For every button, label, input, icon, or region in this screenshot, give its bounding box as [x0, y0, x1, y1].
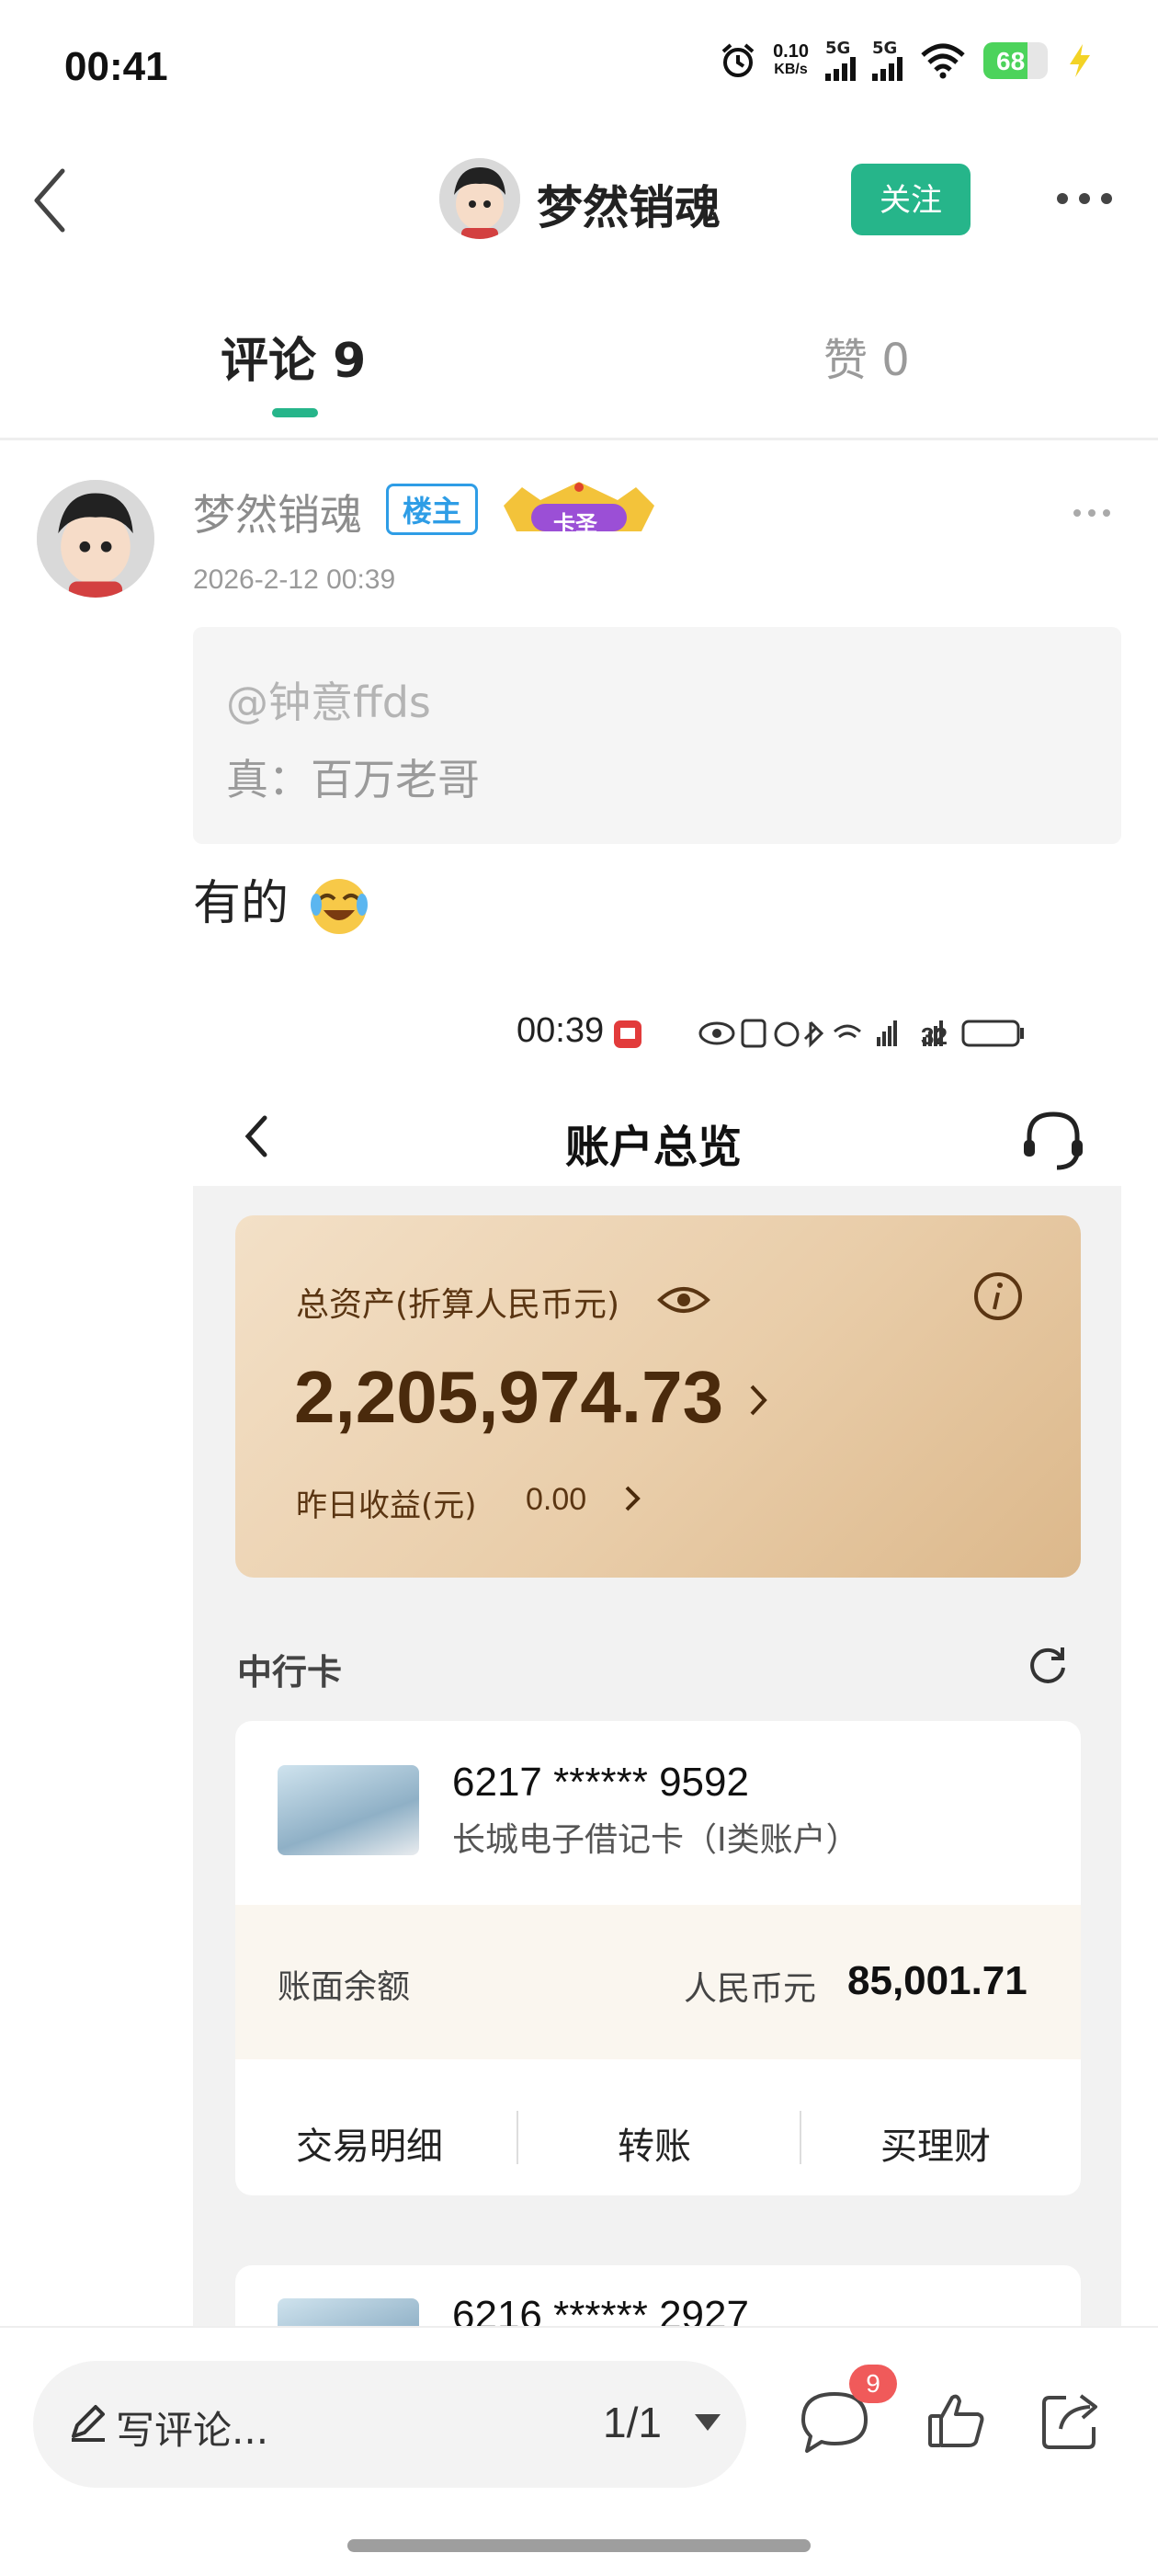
page-indicator[interactable]: 1/1 [603, 2398, 662, 2447]
shot-app-icon [614, 1020, 641, 1048]
customer-service-icon[interactable] [1016, 1103, 1090, 1177]
card-number: 6217 ****** 9592 [452, 1760, 749, 1805]
quoted-mention[interactable]: @钟意ffds [226, 669, 431, 730]
quoted-text: 真：百万老哥 [226, 755, 480, 804]
laugh-cry-emoji-icon [311, 879, 368, 934]
comment-author[interactable]: 梦然销魂 [193, 482, 362, 542]
bank-card-image [278, 2298, 419, 2326]
balance-currency: 人民币元 [684, 1970, 817, 2008]
back-button[interactable] [28, 164, 74, 237]
tab-likes[interactable]: 赞 0 [823, 324, 910, 388]
card-type: 长城电子借记卡（I类账户） [452, 1821, 859, 1859]
chevron-right-icon[interactable] [619, 1480, 645, 1517]
more-options-icon[interactable] [1048, 180, 1121, 217]
yesterday-income-label: 昨日收益(元) [296, 1487, 477, 1524]
shot-page-title: 账户总览 [565, 1122, 743, 1173]
charging-icon [1070, 44, 1090, 77]
bank-card-image [278, 1765, 419, 1855]
tab-comments[interactable]: 评论 9 [221, 322, 366, 391]
asset-label: 总资产(折算人民币元) [296, 1286, 620, 1324]
signal-icon-sim1: 5G [825, 40, 856, 81]
transaction-details-button[interactable]: 交易明细 [296, 2116, 443, 2170]
shot-time: 00:39 [517, 1011, 605, 1050]
avatar-image [37, 480, 154, 598]
card-number: 6216 ****** 2927 [452, 2293, 749, 2326]
tab-divider [0, 438, 1158, 440]
buy-wealth-button[interactable]: 买理财 [880, 2116, 991, 2170]
share-icon[interactable] [1039, 2388, 1103, 2453]
battery-icon: 68 [983, 42, 1048, 79]
comment-count-badge: 9 [849, 2365, 897, 2403]
embedded-screenshot[interactable]: 00:39 32 账户总览 总资产(折算人民币元) 2,205,974.73 昨… [193, 975, 1121, 2326]
status-time: 00:41 [64, 44, 168, 89]
comment-avatar[interactable] [37, 480, 154, 598]
eye-icon[interactable] [656, 1282, 711, 1318]
action-separator [800, 2111, 801, 2164]
write-comment-placeholder[interactable]: 写评论... [116, 2399, 268, 2456]
quoted-comment[interactable] [193, 627, 1121, 844]
shot-battery: 32 [921, 1022, 948, 1050]
owner-badge: 楼主 [386, 484, 478, 535]
reply-text: 有的 [193, 876, 290, 931]
signal-icon-sim2: 5G [872, 40, 903, 81]
caret-down-icon[interactable] [693, 2412, 722, 2433]
refresh-icon[interactable] [1026, 1644, 1070, 1688]
transfer-button[interactable]: 转账 [618, 2116, 691, 2170]
wifi-icon [921, 43, 965, 79]
home-indicator [347, 2539, 811, 2552]
pen-icon [72, 2405, 105, 2442]
header-avatar[interactable] [439, 158, 520, 239]
shot-status-icons [698, 1019, 1024, 1048]
asset-amount: 2,205,974.73 [294, 1356, 724, 1438]
level-badge: 卡圣 [494, 478, 664, 541]
thumbs-up-icon[interactable] [925, 2388, 989, 2453]
balance-amount: 85,001.71 [847, 1958, 1027, 2003]
net-speed: 0.10 KB/s [773, 41, 809, 77]
balance-label: 账面余额 [278, 1968, 411, 2006]
status-icons: 0.10 KB/s 5G 5G 68 [720, 40, 1094, 81]
chevron-right-icon[interactable] [744, 1379, 772, 1421]
action-separator [517, 2111, 518, 2164]
card-section-title: 中行卡 [237, 1652, 343, 1693]
comment-date: 2026-2-12 00:39 [193, 564, 396, 595]
comment-more-icon[interactable] [1072, 504, 1112, 522]
avatar-image [439, 158, 520, 239]
follow-button[interactable]: 关注 [851, 164, 971, 235]
tab-active-indicator [272, 408, 318, 417]
shot-back-icon[interactable] [239, 1109, 276, 1164]
alarm-icon [721, 43, 755, 77]
info-icon[interactable] [972, 1271, 1024, 1322]
header-username[interactable]: 梦然销魂 [537, 171, 721, 237]
yesterday-income-value: 0.00 [526, 1482, 587, 1517]
